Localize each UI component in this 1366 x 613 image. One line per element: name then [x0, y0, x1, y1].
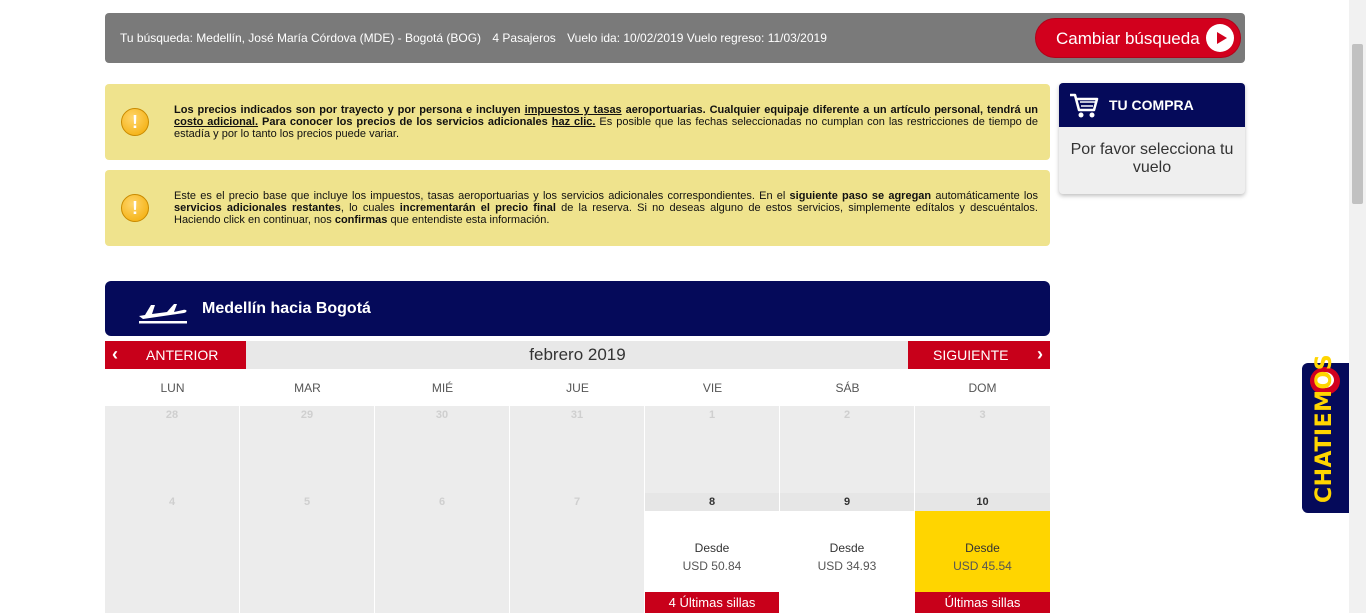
calendar-day-disabled: 3 [915, 406, 1050, 493]
day-number: 10 [915, 493, 1050, 511]
weekday-label: DOM [968, 381, 997, 395]
calendar-day-disabled: 31 [510, 406, 645, 493]
day-price: Desde USD 45.54 [915, 539, 1050, 575]
weekday-label: MAR [294, 381, 321, 395]
search-route: Tu búsqueda: Medellín, José María Córdov… [120, 31, 482, 45]
weekday-label: VIE [702, 381, 723, 395]
weekday-label: MIÉ [431, 381, 454, 395]
route-header: Medellín hacia Bogotá [105, 281, 1050, 336]
day-number: 1 [645, 406, 779, 424]
calendar-day-selected[interactable]: 10 Desde USD 45.54 Últimas sillas [915, 493, 1050, 613]
purchase-summary-header: TU COMPRA [1059, 83, 1245, 127]
day-number: 31 [510, 406, 644, 424]
price-from-label: Desde [694, 541, 730, 555]
calendar-day-available[interactable]: 9 Desde USD 34.93 [780, 493, 915, 613]
day-number: 5 [240, 493, 374, 511]
calendar-week: 4 5 6 7 8 Desde USD 50.84 4 Últimas sill… [105, 493, 1050, 613]
day-number: 29 [240, 406, 374, 424]
calendar-day-disabled: 29 [240, 406, 375, 493]
weekday-label: SÁB [835, 381, 860, 395]
search-passengers: 4 Pasajeros [492, 31, 556, 45]
calendar-day-disabled: 28 [105, 406, 240, 493]
day-number: 6 [375, 493, 509, 511]
purchase-summary-title: TU COMPRA [1109, 97, 1194, 113]
warning-icon: ! [121, 108, 149, 136]
additional-cost-link[interactable]: costo adicional. [174, 116, 258, 128]
day-number: 2 [780, 406, 914, 424]
next-month-button[interactable]: SIGUIENTE › [908, 341, 1050, 369]
purchase-summary-panel: TU COMPRA Por favor selecciona tu vuelo [1059, 83, 1245, 194]
price-notice-text: Los precios indicados son por trayecto y… [174, 104, 1039, 140]
base-price-notice: ! Este es el precio base que incluye los… [105, 170, 1050, 246]
taxes-link[interactable]: impuestos y tasas [525, 104, 622, 116]
last-seats-badge: 4 Últimas sillas [645, 592, 779, 613]
calendar-day-disabled: 1 [645, 406, 780, 493]
calendar-day-disabled: 4 [105, 493, 240, 613]
price-from-label: Desde [829, 541, 865, 555]
scrollbar-thumb[interactable] [1352, 44, 1363, 204]
last-seats-badge: Últimas sillas [915, 592, 1050, 613]
chat-tab[interactable]: CHATIEMOS [1302, 354, 1349, 513]
day-number: 30 [375, 406, 509, 424]
departing-plane-icon [139, 304, 187, 324]
scrollbar[interactable] [1349, 0, 1366, 613]
calendar-day-disabled: 2 [780, 406, 915, 493]
warning-icon: ! [121, 194, 149, 222]
price-amount: USD 50.84 [682, 559, 742, 573]
change-search-button[interactable]: Cambiar búsqueda [1035, 18, 1241, 58]
day-number: 28 [105, 406, 239, 424]
month-navigation: ‹ ANTERIOR febrero 2019 SIGUIENTE › [105, 341, 1050, 369]
base-price-notice-text: Este es el precio base que incluye los i… [174, 190, 1038, 226]
search-dates: Vuelo ida: 10/02/2019 Vuelo regreso: 11/… [567, 31, 827, 45]
search-summary-bar: Tu búsqueda: Medellín, José María Córdov… [105, 13, 1245, 63]
shopping-cart-icon [1070, 93, 1099, 118]
price-notice: ! Los precios indicados son por trayecto… [105, 84, 1050, 160]
price-amount: USD 45.54 [953, 559, 1012, 573]
day-number: 3 [915, 406, 1050, 424]
purchase-summary-message: Por favor selecciona tu vuelo [1070, 141, 1234, 176]
play-icon [1206, 24, 1234, 52]
chat-label: CHATIEMOS [1312, 353, 1337, 503]
calendar-week: 28 29 30 31 1 2 3 [105, 406, 1050, 493]
calendar-day-disabled: 6 [375, 493, 510, 613]
day-price: Desde USD 50.84 [645, 539, 779, 575]
day-price: Desde USD 34.93 [780, 539, 914, 575]
search-summary-text: Tu búsqueda: Medellín, José María Córdov… [120, 31, 835, 45]
calendar-day-available[interactable]: 8 Desde USD 50.84 4 Últimas sillas [645, 493, 780, 613]
day-number: 8 [645, 493, 779, 511]
price-from-label: Desde [965, 541, 1000, 555]
weekday-header: LUN MAR MIÉ JUE VIE SÁB DOM [105, 375, 1050, 403]
day-number: 9 [780, 493, 914, 511]
calendar-day-disabled: 7 [510, 493, 645, 613]
weekday-label: LUN [160, 381, 185, 395]
next-month-label: SIGUIENTE [933, 347, 1009, 363]
chevron-right-icon: › [1037, 344, 1043, 364]
day-number: 7 [510, 493, 644, 511]
weekday-label: JUE [566, 381, 589, 395]
change-search-label: Cambiar búsqueda [1056, 29, 1200, 48]
day-number: 4 [105, 493, 239, 511]
route-title: Medellín hacia Bogotá [202, 300, 371, 317]
price-amount: USD 34.93 [817, 559, 877, 573]
calendar-day-disabled: 5 [240, 493, 375, 613]
calendar-day-disabled: 30 [375, 406, 510, 493]
click-here-link[interactable]: haz clic. [552, 116, 596, 128]
